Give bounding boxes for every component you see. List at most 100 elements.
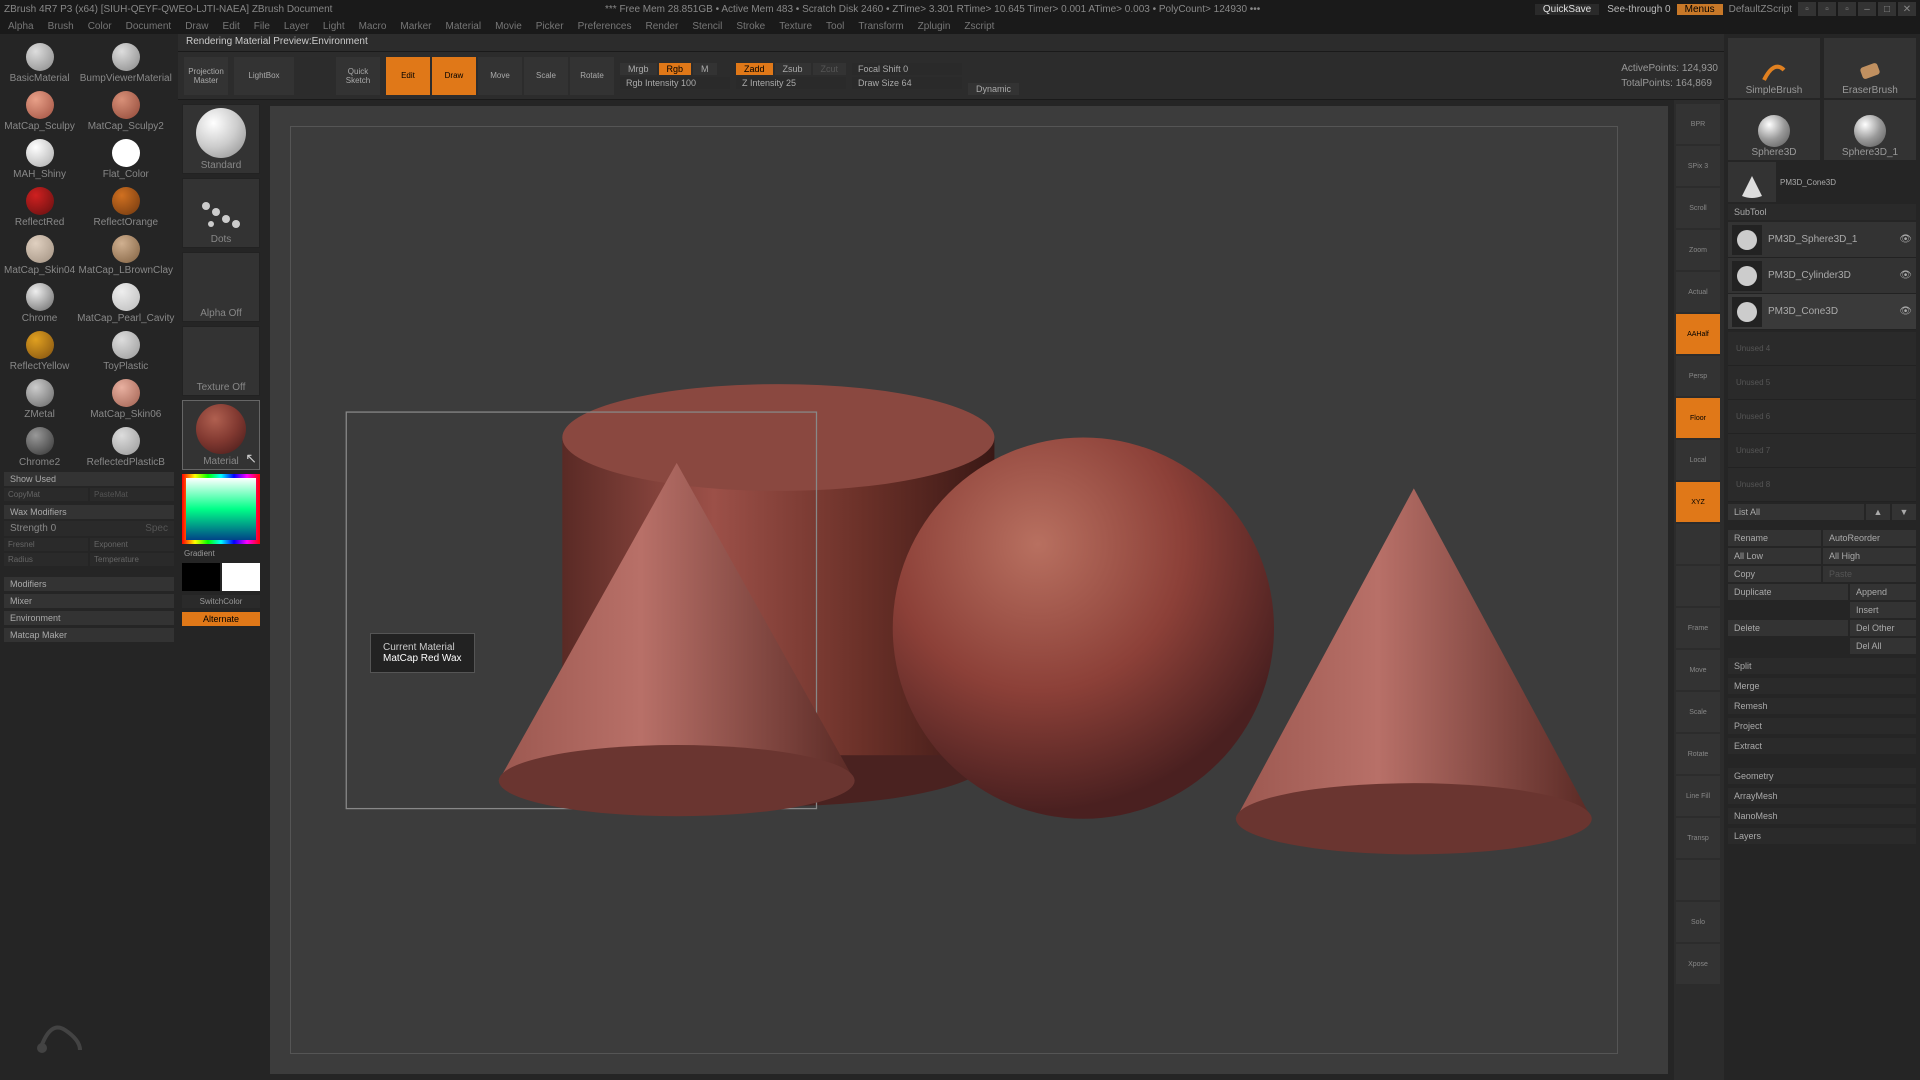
quick-sketch-button[interactable]: Quick Sketch: [336, 57, 380, 95]
rdock-solo[interactable]: Solo: [1676, 902, 1720, 942]
rdock-transp[interactable]: Transp: [1676, 818, 1720, 858]
color-picker[interactable]: [182, 474, 260, 544]
menu-transform[interactable]: Transform: [858, 21, 903, 32]
rename-button[interactable]: Rename: [1728, 530, 1821, 546]
menu-draw[interactable]: Draw: [185, 21, 208, 32]
mrgb-button[interactable]: Mrgb: [620, 63, 657, 75]
move-button[interactable]: Move: [478, 57, 522, 95]
material-chrome[interactable]: Chrome: [4, 278, 75, 324]
stroke-slot[interactable]: Dots: [182, 178, 260, 248]
material-mah_shiny[interactable]: MAH_Shiny: [4, 134, 75, 180]
gradient-label[interactable]: Gradient: [182, 548, 260, 559]
dynamic-button[interactable]: Dynamic: [968, 83, 1019, 95]
rdock-local[interactable]: Local: [1676, 440, 1720, 480]
maximize-icon[interactable]: □: [1878, 2, 1896, 16]
project-section[interactable]: Project: [1728, 718, 1916, 734]
zsub-button[interactable]: Zsub: [775, 63, 811, 75]
subtool-header[interactable]: SubTool: [1728, 204, 1916, 220]
del-other-button[interactable]: Del Other: [1850, 620, 1916, 636]
zadd-button[interactable]: Zadd: [736, 63, 773, 75]
menu-alpha[interactable]: Alpha: [8, 21, 34, 32]
material-reflectred[interactable]: ReflectRed: [4, 182, 75, 228]
projection-master-button[interactable]: Projection Master: [184, 57, 228, 95]
menu-marker[interactable]: Marker: [400, 21, 431, 32]
menu-render[interactable]: Render: [646, 21, 679, 32]
move-down-icon[interactable]: ▼: [1892, 504, 1916, 520]
list-all-button[interactable]: List All: [1728, 504, 1864, 520]
material-matcap_sculpy[interactable]: MatCap_Sculpy: [4, 86, 75, 132]
arraymesh-section[interactable]: ArrayMesh: [1728, 788, 1916, 804]
rdock-actual[interactable]: Actual: [1676, 272, 1720, 312]
rdock-rotate[interactable]: Rotate: [1676, 734, 1720, 774]
minimize-icon[interactable]: ‒: [1858, 2, 1876, 16]
matcap-maker-section[interactable]: Matcap Maker: [4, 628, 174, 642]
material-flat_color[interactable]: Flat_Color: [77, 134, 174, 180]
material-zmetal[interactable]: ZMetal: [4, 374, 75, 420]
rdock-btn11[interactable]: [1676, 566, 1720, 606]
rdock-scroll[interactable]: Scroll: [1676, 188, 1720, 228]
modifiers-section[interactable]: Modifiers: [4, 577, 174, 591]
menu-light[interactable]: Light: [323, 21, 345, 32]
rdock-frame[interactable]: Frame: [1676, 608, 1720, 648]
subtool-item[interactable]: PM3D_Cylinder3D👁: [1728, 258, 1916, 294]
switchcolor-button[interactable]: SwitchColor: [182, 595, 260, 608]
menu-brush[interactable]: Brush: [48, 21, 74, 32]
move-up-icon[interactable]: ▲: [1866, 504, 1890, 520]
material-matcap_lbrownclay[interactable]: MatCap_LBrownClay: [77, 230, 174, 276]
rdock-persp[interactable]: Persp: [1676, 356, 1720, 396]
eraserbrush-tool[interactable]: EraserBrush: [1824, 38, 1916, 98]
strength-slider[interactable]: Strength 0Spec: [4, 521, 174, 536]
material-matcap_skin06[interactable]: MatCap_Skin06: [77, 374, 174, 420]
append-button[interactable]: Append: [1850, 584, 1916, 600]
autoreorder-button[interactable]: AutoReorder: [1823, 530, 1916, 546]
rdock-bpr[interactable]: BPR: [1676, 104, 1720, 144]
material-matcap_pearl_cavity[interactable]: MatCap_Pearl_Cavity: [77, 278, 174, 324]
rdock-floor[interactable]: Floor: [1676, 398, 1720, 438]
duplicate-button[interactable]: Duplicate: [1728, 584, 1848, 600]
mixer-section[interactable]: Mixer: [4, 594, 174, 608]
menu-macro[interactable]: Macro: [359, 21, 387, 32]
material-basicmaterial[interactable]: BasicMaterial: [4, 38, 75, 84]
geometry-section[interactable]: Geometry: [1728, 768, 1916, 784]
texture-slot[interactable]: Texture Off: [182, 326, 260, 396]
rdock-zoom[interactable]: Zoom: [1676, 230, 1720, 270]
z-intensity-slider[interactable]: Z Intensity 25: [736, 77, 846, 89]
menu-zplugin[interactable]: Zplugin: [918, 21, 951, 32]
lightbox-button[interactable]: LightBox: [234, 57, 294, 95]
menu-edit[interactable]: Edit: [223, 21, 240, 32]
rdock-move[interactable]: Move: [1676, 650, 1720, 690]
material-matcap_skin04[interactable]: MatCap_Skin04: [4, 230, 75, 276]
copymat-button[interactable]: CopyMat: [4, 488, 88, 501]
menu-layer[interactable]: Layer: [284, 21, 309, 32]
environment-section[interactable]: Environment: [4, 611, 174, 625]
quicksave-button[interactable]: QuickSave: [1535, 4, 1599, 15]
m-button[interactable]: M: [693, 63, 717, 75]
edit-button[interactable]: Edit: [386, 57, 430, 95]
subtool-item[interactable]: PM3D_Sphere3D_1👁: [1728, 222, 1916, 258]
default-zscript[interactable]: DefaultZScript: [1723, 4, 1798, 15]
visibility-icon[interactable]: 👁: [1899, 306, 1912, 317]
menu-zscript[interactable]: Zscript: [964, 21, 994, 32]
rdock-scale[interactable]: Scale: [1676, 692, 1720, 732]
window-btn-1[interactable]: ▫: [1798, 2, 1816, 16]
copy-button[interactable]: Copy: [1728, 566, 1821, 582]
sphere3d-1-tool[interactable]: Sphere3D_1: [1824, 100, 1916, 160]
simplebrush-tool[interactable]: SimpleBrush: [1728, 38, 1820, 98]
material-chrome2[interactable]: Chrome2: [4, 422, 75, 468]
visibility-icon[interactable]: 👁: [1899, 270, 1912, 281]
draw-button[interactable]: Draw: [432, 57, 476, 95]
rdock-xyz[interactable]: XYZ: [1676, 482, 1720, 522]
menu-movie[interactable]: Movie: [495, 21, 522, 32]
rotate-button[interactable]: Rotate: [570, 57, 614, 95]
focal-shift-slider[interactable]: Focal Shift 0: [852, 63, 962, 75]
menus-toggle[interactable]: Menus: [1677, 4, 1723, 15]
swatch-black[interactable]: [182, 563, 220, 591]
nanomesh-section[interactable]: NanoMesh: [1728, 808, 1916, 824]
paste-button[interactable]: Paste: [1823, 566, 1916, 582]
seethrough-slider[interactable]: See-through 0: [1601, 4, 1676, 15]
all-high-button[interactable]: All High: [1823, 548, 1916, 564]
insert-button[interactable]: Insert: [1850, 602, 1916, 618]
all-low-button[interactable]: All Low: [1728, 548, 1821, 564]
del-all-button[interactable]: Del All: [1850, 638, 1916, 654]
material-reflectorange[interactable]: ReflectOrange: [77, 182, 174, 228]
